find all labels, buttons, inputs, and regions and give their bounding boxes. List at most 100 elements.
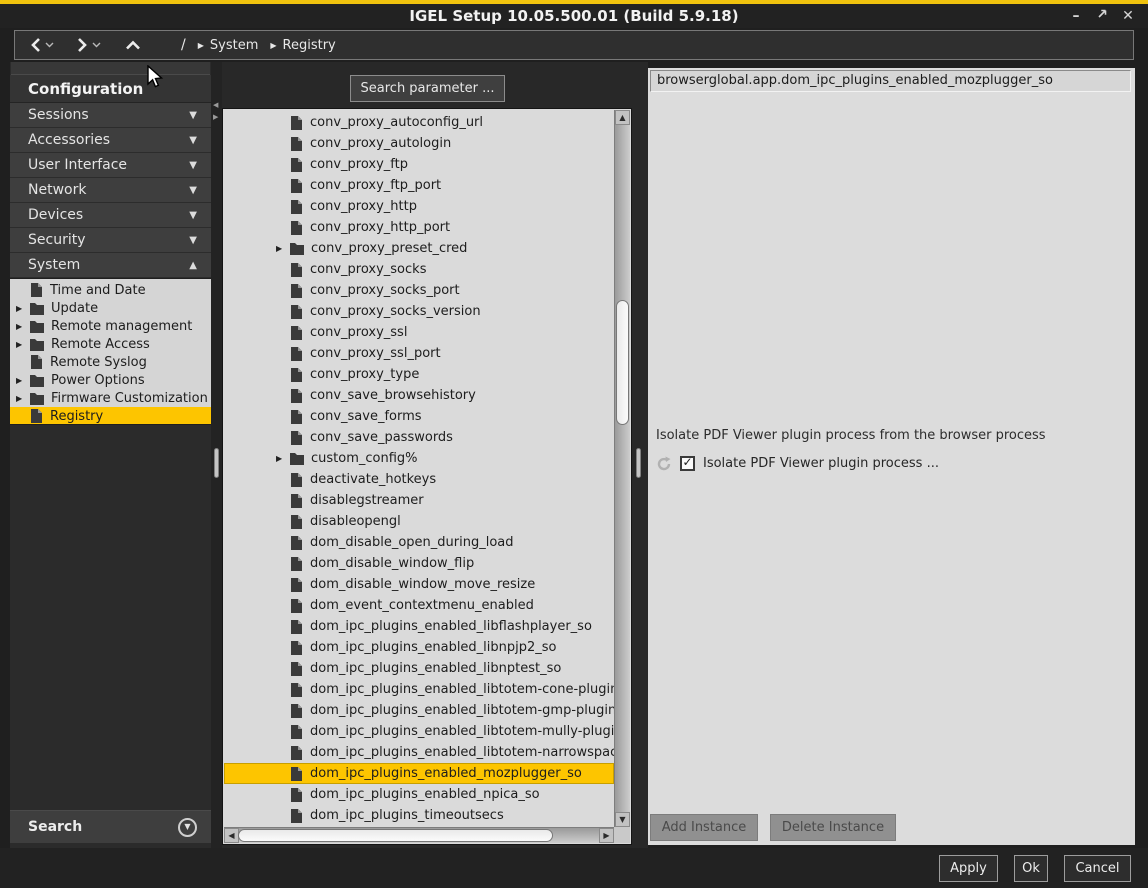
expander-icon[interactable]: ▶ [16, 304, 30, 313]
restore-button[interactable] [1094, 7, 1110, 25]
add-instance-button[interactable]: Add Instance [650, 814, 758, 841]
scroll-right-button[interactable]: ▶ [599, 828, 614, 843]
file-icon [290, 116, 303, 130]
search-parameter-button[interactable]: Search parameter ... [350, 75, 505, 102]
scroll-up-button[interactable]: ▲ [615, 110, 630, 125]
horizontal-scrollbar[interactable]: ◀ ▶ [224, 827, 614, 843]
file-icon [290, 578, 303, 592]
tree-item[interactable]: ▶ dom_ipc_plugins_enabled_libnptest_so [224, 658, 614, 679]
sidebar-accordion-item[interactable]: Network ▼ [10, 178, 211, 203]
tree-item[interactable]: ▶ conv_proxy_socks [224, 259, 614, 280]
splitter-handle[interactable] [214, 448, 219, 478]
tree-item[interactable]: ▶ dom_disable_window_flip [224, 553, 614, 574]
tree-item[interactable]: ▶ conv_proxy_type [224, 364, 614, 385]
expander-icon[interactable]: ▶ [16, 376, 30, 385]
triangle-right-icon: ▶ [603, 831, 609, 840]
tree-item[interactable]: ▶ conv_proxy_ftp [224, 154, 614, 175]
back-button[interactable] [29, 37, 42, 53]
tree-item[interactable]: ▶ conv_proxy_ssl [224, 322, 614, 343]
up-level-button[interactable] [125, 39, 141, 51]
tree-item[interactable]: ▶ conv_proxy_preset_cred [224, 238, 614, 259]
tree-item[interactable]: ▶ Remote management [10, 317, 211, 335]
tree-item[interactable]: ▶ dom_ipc_plugins_enabled_libtotem-mully… [224, 721, 614, 742]
forward-history-dropdown[interactable] [92, 42, 101, 48]
sidebar-accordion-item[interactable]: User Interface ▼ [10, 153, 211, 178]
tree-item[interactable]: ▶ Power Options [10, 371, 211, 389]
tree-item[interactable]: ▶ conv_proxy_autoconfig_url [224, 112, 614, 133]
sidebar-accordion-item[interactable]: System ▲ [10, 253, 211, 278]
sidebar-search-section[interactable]: Search ▼ [10, 810, 211, 843]
tree-item[interactable]: ▶ dom_ipc_plugins_enabled_libtotem-cone-… [224, 679, 614, 700]
search-expand-icon[interactable]: ▼ [178, 818, 197, 837]
vertical-scrollbar[interactable]: ▲ ▼ [614, 110, 630, 827]
tree-item[interactable]: ▶ dom_ipc_plugins_enabled_mozplugger_so [224, 763, 614, 784]
tree-item[interactable]: ▶ conv_proxy_ftp_port [224, 175, 614, 196]
delete-instance-button[interactable]: Delete Instance [770, 814, 896, 841]
tree-item[interactable]: ▶ Time and Date [10, 281, 211, 299]
tree-item[interactable]: ▶ conv_proxy_socks_port [224, 280, 614, 301]
expander-icon[interactable]: ▶ [276, 244, 290, 253]
tree-item[interactable]: ▶ dom_event_contextmenu_enabled [224, 595, 614, 616]
apply-button[interactable]: Apply [939, 855, 998, 882]
tree-item[interactable]: ▶ disableopengl [224, 511, 614, 532]
reset-to-default-icon[interactable] [656, 456, 672, 471]
forward-button[interactable] [76, 37, 89, 53]
isolate-pdf-checkbox[interactable]: ✓ [680, 456, 695, 471]
accordion-item-label: Devices [28, 207, 189, 223]
splitter-handle[interactable] [636, 448, 641, 478]
horizontal-scrollbar-thumb[interactable] [238, 829, 553, 842]
tree-item[interactable]: ▶ conv_proxy_autologin [224, 133, 614, 154]
scroll-left-button[interactable]: ◀ [224, 828, 239, 843]
expander-icon[interactable]: ▶ [276, 454, 290, 463]
tree-item[interactable]: ▶ Registry [10, 407, 211, 425]
tree-item[interactable]: ▶ custom_config% [224, 448, 614, 469]
minimize-button[interactable]: – [1068, 7, 1084, 25]
expander-icon[interactable]: ▶ [16, 340, 30, 349]
close-button[interactable]: ✕ [1120, 7, 1136, 25]
sidebar-accordion-item[interactable]: Accessories ▼ [10, 128, 211, 153]
expander-icon[interactable]: ▶ [16, 394, 30, 403]
tree-item-label: dom_ipc_plugins_enabled_libtotem-narrows… [310, 745, 614, 760]
titlebar[interactable]: IGEL Setup 10.05.500.01 (Build 5.9.18) –… [0, 4, 1148, 28]
scroll-down-button[interactable]: ▼ [615, 812, 630, 827]
breadcrumb-item[interactable]: ▶ System [198, 38, 259, 53]
tree-item[interactable]: ▶ conv_proxy_http [224, 196, 614, 217]
tree-item[interactable]: ▶ deactivate_hotkeys [224, 469, 614, 490]
parameter-path-field[interactable]: browserglobal.app.dom_ipc_plugins_enable… [650, 70, 1131, 92]
tree-item[interactable]: ▶ Update [10, 299, 211, 317]
tree-item[interactable]: ▶ conv_save_browsehistory [224, 385, 614, 406]
tree-item[interactable]: ▶ dom_disable_open_during_load [224, 532, 614, 553]
tree-item[interactable]: ▶ Remote Access [10, 335, 211, 353]
accordion-chevron-icon: ▼ [189, 210, 197, 221]
panel-splitter[interactable] [632, 62, 648, 848]
tree-item[interactable]: ▶ dom_ipc_plugins_enabled_libflashplayer… [224, 616, 614, 637]
tree-item[interactable]: ▶ dom_disable_window_move_resize [224, 574, 614, 595]
sidebar-splitter[interactable]: ◀ ▶ [211, 62, 222, 848]
sidebar-accordion-item[interactable]: Security ▼ [10, 228, 211, 253]
tree-item[interactable]: ▶ Firmware Customization [10, 389, 211, 407]
expander-icon[interactable]: ▶ [16, 322, 30, 331]
splitter-collapse-right-icon[interactable]: ▶ [213, 114, 218, 121]
tree-item[interactable]: ▶ conv_save_passwords [224, 427, 614, 448]
tree-item[interactable]: ▶ conv_proxy_http_port [224, 217, 614, 238]
tree-item[interactable]: ▶ conv_save_forms [224, 406, 614, 427]
sidebar-accordion-item[interactable]: Sessions ▼ [10, 103, 211, 128]
tree-item[interactable]: ▶ dom_ipc_plugins_enabled_libtotem-narro… [224, 742, 614, 763]
back-history-dropdown[interactable] [45, 42, 54, 48]
tree-item[interactable]: ▶ dom_ipc_plugins_enabled_libtotem-gmp-p… [224, 700, 614, 721]
tree-item[interactable]: ▶ disablegstreamer [224, 490, 614, 511]
tree-item[interactable]: ▶ dom_ipc_plugins_enabled_libnpjp2_so [224, 637, 614, 658]
tree-item[interactable]: ▶ dom_ipc_plugins_enabled_npica_so [224, 784, 614, 805]
tree-item[interactable]: ▶ conv_proxy_socks_version [224, 301, 614, 322]
tree-item[interactable]: ▶ Remote Syslog [10, 353, 211, 371]
ok-button[interactable]: Ok [1014, 855, 1048, 882]
tree-item[interactable]: ▶ dom_ipc_plugins_timeoutsecs [224, 805, 614, 826]
vertical-scrollbar-thumb[interactable] [616, 300, 629, 425]
tree-item[interactable]: ▶ conv_proxy_ssl_port [224, 343, 614, 364]
breadcrumb-item[interactable]: ▶ Registry [270, 38, 335, 53]
cancel-button[interactable]: Cancel [1064, 855, 1131, 882]
accordion-chevron-icon: ▼ [189, 135, 197, 146]
sidebar-accordion-item[interactable]: Devices ▼ [10, 203, 211, 228]
breadcrumb-root[interactable]: / [181, 37, 186, 53]
splitter-collapse-left-icon[interactable]: ◀ [213, 102, 218, 109]
